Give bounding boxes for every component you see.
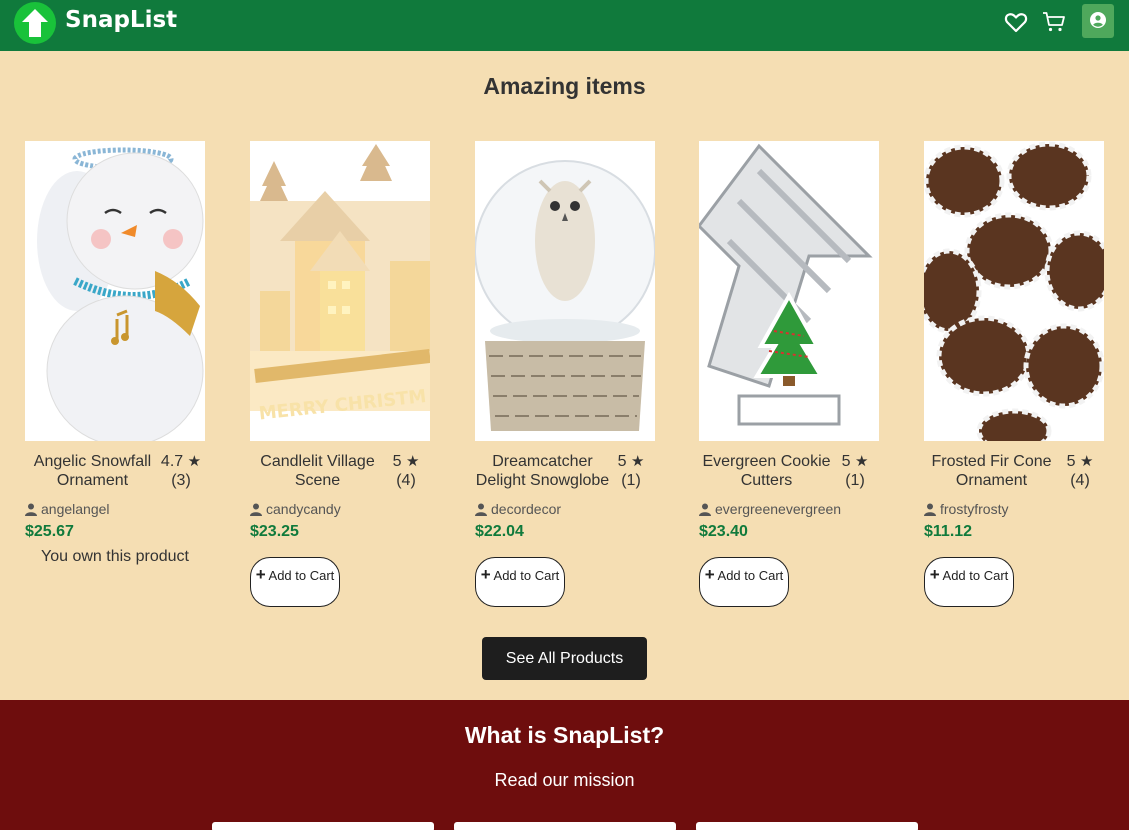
user-icon bbox=[250, 503, 262, 516]
review-count: (1) bbox=[845, 472, 865, 489]
review-count: (1) bbox=[621, 472, 641, 489]
star-icon: ★ bbox=[187, 453, 202, 470]
see-all-products-button[interactable]: See All Products bbox=[482, 637, 647, 680]
rating-value: 5 bbox=[841, 453, 851, 470]
product-price: $25.67 bbox=[25, 523, 74, 540]
mission-title: What is SnapList? bbox=[464, 722, 665, 748]
add-to-cart-button[interactable]: + Add to Cart bbox=[924, 557, 1014, 607]
mission-link[interactable]: Read our mission bbox=[0, 770, 1129, 791]
info-card bbox=[454, 822, 676, 830]
review-count: (3) bbox=[171, 472, 191, 489]
heart-icon[interactable] bbox=[1004, 10, 1028, 34]
product-price: $23.25 bbox=[250, 523, 299, 540]
top-navbar: SnapList bbox=[0, 0, 1129, 51]
product-seller[interactable]: decordecor bbox=[475, 501, 561, 517]
product-rating: 5 ★ (1) bbox=[830, 452, 880, 490]
mission-section: What is SnapList? Read our mission bbox=[0, 700, 1129, 830]
product-name[interactable]: Frosted Fir Cone Ornament bbox=[924, 452, 1059, 490]
star-icon: ★ bbox=[630, 453, 645, 470]
star-icon: ★ bbox=[854, 453, 869, 470]
rating-value: 5 bbox=[392, 453, 402, 470]
info-card bbox=[212, 822, 434, 830]
product-seller[interactable]: frostyfrosty bbox=[924, 501, 1008, 517]
add-to-cart-button[interactable]: + Add to Cart bbox=[250, 557, 340, 607]
user-icon bbox=[924, 503, 936, 516]
info-card bbox=[696, 822, 918, 830]
product-card: Frosted Fir Cone Ornament 5 ★ (4) frosty… bbox=[924, 141, 1124, 611]
star-icon: ★ bbox=[405, 453, 420, 470]
user-icon bbox=[475, 503, 487, 516]
seller-name: candycandy bbox=[266, 501, 341, 517]
product-card: MERRY CHRISTM Candlelit Village Scene 5 … bbox=[250, 141, 450, 611]
product-price: $23.40 bbox=[699, 523, 748, 540]
product-seller[interactable]: evergreenevergreen bbox=[699, 501, 841, 517]
user-icon bbox=[25, 503, 37, 516]
seller-name: evergreenevergreen bbox=[715, 501, 842, 517]
owned-notice: You own this product bbox=[41, 548, 189, 565]
brand-name[interactable]: SnapList bbox=[65, 7, 177, 33]
product-card: Angelic Snowfall Ornament 4.7 ★ (3) ange… bbox=[25, 141, 225, 611]
product-name[interactable]: Angelic Snowfall Ornament bbox=[25, 452, 160, 490]
cart-icon[interactable] bbox=[1042, 10, 1066, 34]
user-icon bbox=[1090, 12, 1106, 28]
review-count: (4) bbox=[1070, 472, 1090, 489]
user-icon bbox=[699, 503, 711, 516]
section-title: Amazing items bbox=[483, 73, 646, 99]
product-card: Evergreen Cookie Cutters 5 ★ (1) evergre… bbox=[699, 141, 899, 611]
product-seller[interactable]: angelangel bbox=[25, 501, 110, 517]
add-to-cart-button[interactable]: + Add to Cart bbox=[699, 557, 789, 607]
product-image[interactable] bbox=[25, 141, 205, 441]
add-to-cart-button[interactable]: + Add to Cart bbox=[475, 557, 565, 607]
product-name[interactable]: Evergreen Cookie Cutters bbox=[699, 452, 834, 490]
product-image[interactable] bbox=[475, 141, 655, 441]
seller-name: decordecor bbox=[491, 501, 562, 517]
seller-name: angelangel bbox=[41, 501, 110, 517]
product-image[interactable]: MERRY CHRISTM bbox=[250, 141, 430, 441]
product-rating: 5 ★ (4) bbox=[381, 452, 431, 490]
product-price: $11.12 bbox=[924, 523, 973, 540]
rating-value: 5 bbox=[617, 453, 627, 470]
seller-name: frostyfrosty bbox=[940, 501, 1009, 517]
product-name[interactable]: Dreamcatcher Delight Snowglobe bbox=[475, 452, 610, 490]
product-image[interactable] bbox=[924, 141, 1104, 441]
product-rating: 5 ★ (4) bbox=[1055, 452, 1105, 490]
product-image[interactable] bbox=[699, 141, 879, 441]
product-seller[interactable]: candycandy bbox=[250, 501, 341, 517]
rating-value: 5 bbox=[1066, 453, 1076, 470]
star-icon: ★ bbox=[1079, 453, 1094, 470]
account-button[interactable] bbox=[1082, 4, 1114, 38]
product-price: $22.04 bbox=[475, 523, 524, 540]
product-name[interactable]: Candlelit Village Scene bbox=[250, 452, 385, 490]
product-card: Dreamcatcher Delight Snowglobe 5 ★ (1) d… bbox=[475, 141, 675, 611]
product-rating: 5 ★ (1) bbox=[606, 452, 656, 490]
rating-value: 4.7 bbox=[160, 453, 184, 470]
arrow-up-logo-icon[interactable] bbox=[14, 2, 56, 44]
product-rating: 4.7 ★ (3) bbox=[156, 452, 206, 490]
review-count: (4) bbox=[396, 472, 416, 489]
